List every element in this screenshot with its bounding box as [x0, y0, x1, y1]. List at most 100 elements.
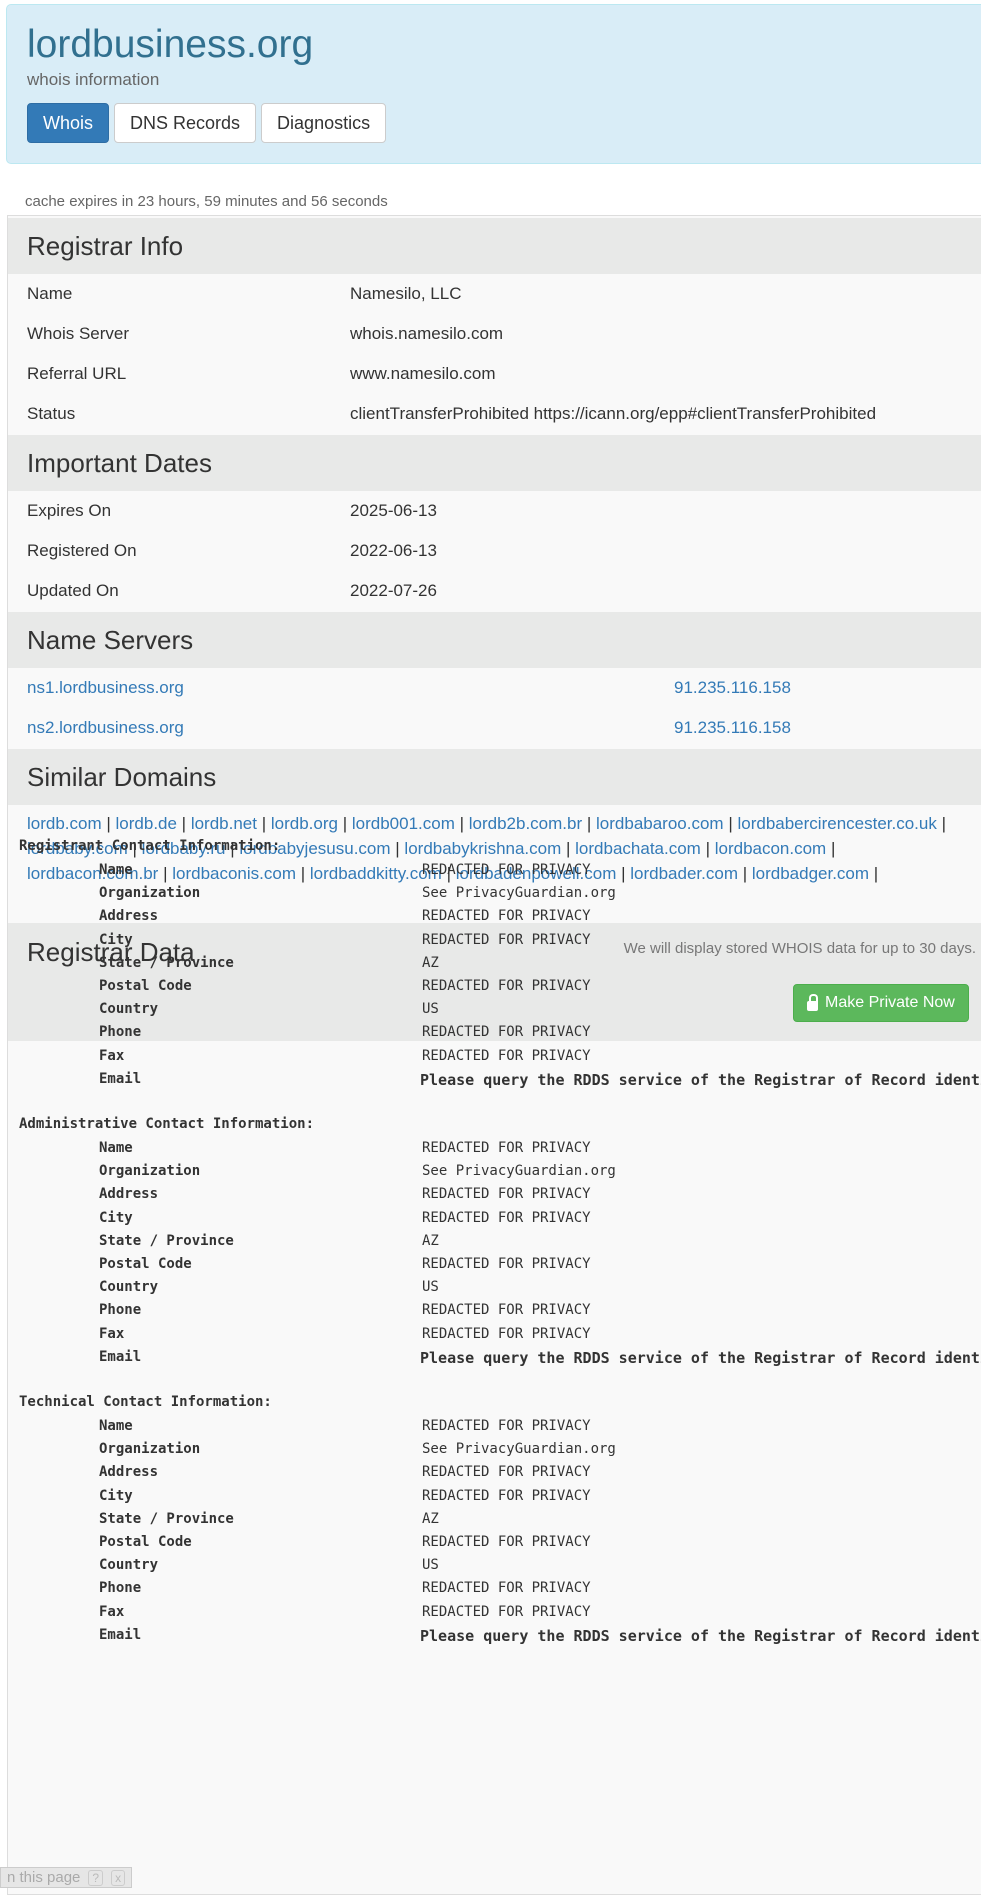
similar-domain-link[interactable]: lordbabykrishna.com: [404, 839, 561, 858]
tab-whois[interactable]: Whois: [27, 103, 110, 143]
table-row: Registered On 2022-06-13: [8, 531, 981, 571]
separator: |: [158, 864, 173, 883]
separator: |: [700, 839, 715, 858]
whois-field-value: REDACTED FOR PRIVACY: [422, 1140, 591, 1156]
separator: |: [826, 839, 836, 858]
section-heading: Important Dates: [27, 448, 212, 478]
row-value: Namesilo, LLC: [350, 284, 462, 303]
close-icon[interactable]: x: [111, 1869, 126, 1886]
whois-field-value: REDACTED FOR PRIVACY: [422, 908, 591, 925]
section-heading: Similar Domains: [27, 762, 217, 792]
similar-domain-link[interactable]: lordb.com: [27, 814, 102, 833]
whois-field-label: Organization: [99, 1163, 201, 1180]
cache-expiry-text: cache expires in 23 hours, 59 minutes an…: [25, 193, 388, 210]
nameserver-ip-link[interactable]: 91.235.116.158: [674, 718, 791, 738]
separator: |: [723, 814, 738, 833]
whois-field-value: AZ: [422, 1232, 439, 1249]
whois-field-label: Name: [99, 1418, 133, 1434]
contact-block-title: Administrative Contact Information:: [19, 1116, 315, 1132]
whois-field-value: REDACTED FOR PRIVACY: [422, 1047, 591, 1064]
separator: |: [257, 814, 271, 833]
tab-dns-records[interactable]: DNS Records: [114, 103, 257, 143]
whois-field-label: Country: [99, 1001, 159, 1018]
similar-domain-link[interactable]: lordbaconis.com: [172, 864, 296, 883]
whois-field-label: City: [99, 1487, 133, 1504]
whois-field-value: US: [422, 1557, 439, 1574]
table-row: ns2.lordbusiness.org 91.235.116.158: [8, 708, 981, 748]
whois-field-value: Please query the RDDS service of the Reg…: [420, 1070, 981, 1089]
tab-diagnostics[interactable]: Diagnostics: [261, 103, 387, 143]
whois-field-label: Country: [99, 1557, 159, 1574]
similar-domain-link[interactable]: lordbacon.com.br: [27, 864, 158, 883]
similar-domain-link[interactable]: lordb.net: [191, 814, 257, 833]
separator: |: [390, 839, 405, 858]
make-private-button[interactable]: Make Private Now: [793, 984, 969, 1022]
table-row: Name Namesilo, LLC: [8, 274, 981, 314]
whois-field-value: See PrivacyGuardian.org: [422, 1163, 616, 1180]
section-similar-domains: Similar Domains: [8, 749, 981, 805]
lock-icon: [807, 993, 818, 1011]
find-in-page-bar: n this page ? x: [0, 1867, 133, 1888]
whois-field-value: AZ: [422, 954, 439, 971]
whois-field-value: Please query the RDDS service of the Reg…: [420, 1626, 981, 1645]
row-label: Registered On: [27, 541, 137, 560]
table-row: Status clientTransferProhibited https://…: [8, 394, 981, 434]
whois-field-label: State / Province: [99, 1232, 234, 1249]
whois-field-label: Phone: [99, 1302, 142, 1319]
whois-field-label: Email: [99, 1348, 142, 1365]
whois-field-label: State / Province: [99, 1510, 234, 1527]
similar-domain-link[interactable]: lordbabaroo.com: [596, 814, 724, 833]
row-label: Referral URL: [27, 364, 127, 383]
button-label: Make Private Now: [825, 994, 955, 1011]
tab-bar: Whois DNS Records Diagnostics: [27, 103, 387, 143]
whois-field-label: Country: [99, 1279, 159, 1296]
whois-field-value: REDACTED FOR PRIVACY: [422, 1534, 591, 1550]
whois-field-label: Postal Code: [99, 1256, 192, 1272]
whois-field-value: REDACTED FOR PRIVACY: [422, 862, 591, 878]
find-label: n this page: [7, 1869, 81, 1886]
whois-field-value: REDACTED FOR PRIVACY: [422, 1580, 591, 1597]
whois-field-label: Phone: [99, 1024, 142, 1041]
similar-domain-link[interactable]: lordbachata.com: [575, 839, 701, 858]
separator: |: [561, 839, 576, 858]
whois-field-label: City: [99, 931, 133, 948]
similar-domain-link[interactable]: lordbadger.com: [752, 864, 869, 883]
similar-domain-link[interactable]: lordbabercirencester.co.uk: [737, 814, 936, 833]
whois-field-value: REDACTED FOR PRIVACY: [422, 978, 591, 994]
row-label: Expires On: [27, 501, 112, 520]
similar-domain-link[interactable]: lordbacon.com: [715, 839, 827, 858]
similar-domain-link[interactable]: lordb2b.com.br: [469, 814, 582, 833]
whois-field-value: REDACTED FOR PRIVACY: [422, 1302, 591, 1319]
whois-field-value: REDACTED FOR PRIVACY: [422, 1487, 591, 1504]
separator: |: [582, 814, 597, 833]
similar-domain-link[interactable]: lordb001.com: [352, 814, 455, 833]
table-row: Updated On 2022-07-26: [8, 571, 981, 611]
storage-note: We will display stored WHOIS data for up…: [623, 940, 976, 957]
separator: |: [737, 864, 752, 883]
whois-field-label: State / Province: [99, 954, 234, 971]
section-name-servers: Name Servers: [8, 612, 981, 668]
whois-field-value: AZ: [422, 1510, 439, 1527]
nameserver-link[interactable]: ns1.lordbusiness.org: [27, 678, 184, 698]
whois-field-label: City: [99, 1209, 133, 1226]
separator: |: [337, 814, 352, 833]
section-heading: Registrar Info: [27, 231, 184, 261]
row-value: 2025-06-13: [350, 501, 437, 520]
whois-field-value: See PrivacyGuardian.org: [422, 1441, 616, 1458]
section-heading: Name Servers: [27, 625, 194, 655]
table-row: Whois Server whois.namesilo.com: [8, 314, 981, 354]
header-panel: lordbusiness.org whois information Whois…: [6, 4, 981, 164]
whois-field-value: REDACTED FOR PRIVACY: [422, 1325, 591, 1342]
whois-field-label: Organization: [99, 885, 201, 902]
whois-field-value: Please query the RDDS service of the Reg…: [420, 1348, 981, 1367]
contact-block-title: Technical Contact Information:: [19, 1394, 272, 1410]
whois-field-value: REDACTED FOR PRIVACY: [422, 1418, 591, 1434]
help-icon[interactable]: ?: [88, 1869, 104, 1886]
whois-field-label: Address: [99, 908, 159, 925]
nameserver-ip-link[interactable]: 91.235.116.158: [674, 678, 791, 698]
separator: |: [454, 814, 469, 833]
nameserver-link[interactable]: ns2.lordbusiness.org: [27, 718, 184, 738]
similar-domain-link[interactable]: lordbader.com: [630, 864, 738, 883]
similar-domain-link[interactable]: lordb.de: [116, 814, 177, 833]
similar-domain-link[interactable]: lordb.org: [271, 814, 338, 833]
